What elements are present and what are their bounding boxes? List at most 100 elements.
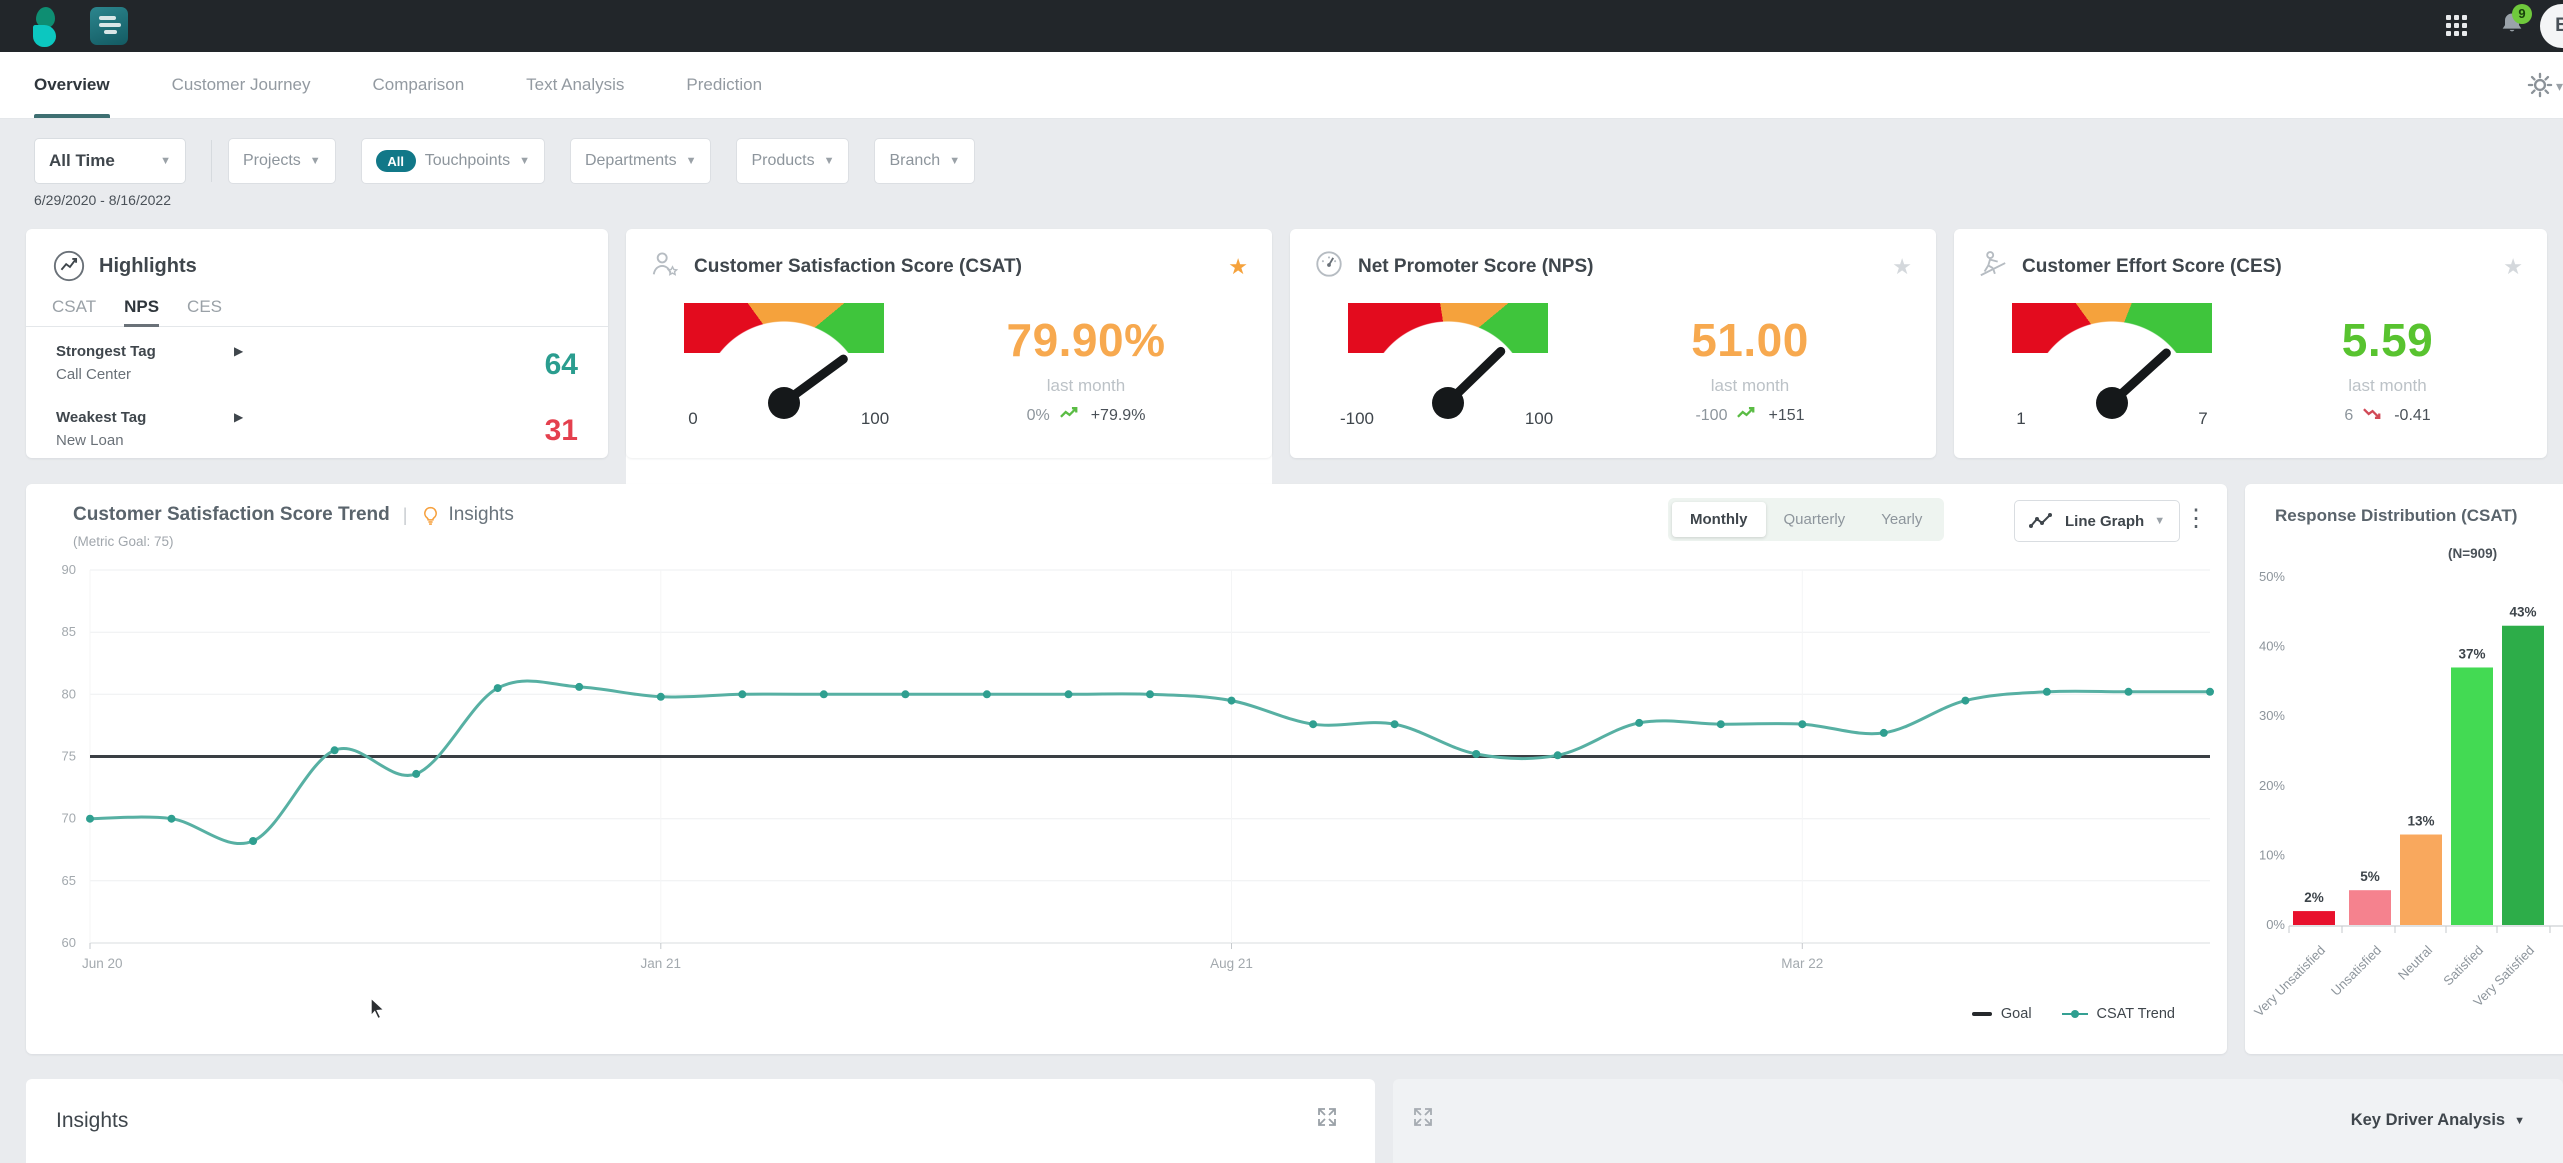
main-tabbar: Overview Customer Journey Comparison Text A… (0, 52, 2563, 119)
time-range-select[interactable]: All Time ▼ (34, 138, 186, 184)
csat-gauge: 0100 (684, 303, 884, 439)
gauge-min-label: 1 (2016, 409, 2025, 429)
card-csat: Customer Satisfaction Score (CSAT)★01007… (626, 229, 1272, 458)
goal-legend-marker (1972, 1012, 1992, 1016)
insights-panel-title: Insights (56, 1109, 128, 1133)
tab-overview[interactable]: Overview (34, 52, 110, 118)
svg-text:60: 60 (62, 935, 76, 950)
svg-text:65: 65 (62, 873, 76, 888)
chevron-right-icon[interactable]: ▶ (234, 410, 243, 424)
svg-text:Very Unsatisfied: Very Unsatisfied (2251, 943, 2328, 1020)
svg-text:37%: 37% (2458, 646, 2485, 661)
chevron-down-icon: ▼ (2514, 1115, 2525, 1127)
filter-projects[interactable]: Projects▼ (228, 138, 336, 184)
highlights-tab-csat[interactable]: CSAT (52, 297, 96, 326)
gauge-hub (2096, 387, 2128, 419)
favorite-star-icon[interactable]: ★ (1228, 256, 1248, 278)
key-driver-select[interactable]: Key Driver Analysis ▼ (2351, 1111, 2525, 1130)
gauge-min-label: 0 (688, 409, 697, 429)
legend-label: CSAT Trend (2097, 1006, 2175, 1022)
svg-text:Satisfied: Satisfied (2440, 943, 2486, 989)
date-range-label: 6/29/2020 - 8/16/2022 (34, 192, 171, 208)
user-avatar[interactable]: B (2540, 4, 2563, 48)
previous-value: 6 (2344, 407, 2353, 425)
svg-text:20%: 20% (2259, 778, 2285, 793)
app-logo-icon[interactable] (30, 5, 64, 47)
ces-card-header: Customer Effort Score (CES)★ (1954, 229, 2547, 284)
filter-products[interactable]: Products ▼ (736, 138, 849, 184)
csat-legend-marker (2062, 1013, 2088, 1016)
highlight-tag-name: New Loan (56, 432, 578, 449)
filter-label: Branch (889, 152, 940, 170)
svg-text:75: 75 (62, 749, 76, 764)
highlights-tab-nps[interactable]: NPS (124, 297, 159, 326)
filter-label: Departments (585, 152, 677, 170)
tab-customer-journey[interactable]: Customer Journey (172, 52, 311, 118)
svg-text:5%: 5% (2360, 869, 2380, 884)
person-star-icon (650, 249, 680, 284)
highlight-label: Strongest Tag (56, 343, 156, 360)
key-driver-expand-icon[interactable] (1411, 1105, 1435, 1129)
legend-goal: Goal (1972, 1006, 2032, 1022)
last-month-label: last month (2242, 376, 2533, 396)
svg-text:0%: 0% (2266, 917, 2285, 932)
insights-expand-icon[interactable] (1315, 1105, 1339, 1129)
settings-gear-icon[interactable] (2526, 71, 2554, 99)
svg-text:Unsatisfied: Unsatisfied (2328, 943, 2384, 999)
highlights-tab-ces[interactable]: CES (187, 297, 222, 326)
favorite-star-icon[interactable]: ★ (2503, 256, 2523, 278)
highlight-row-strongest-tag: Strongest Tag ▶ Call Center64 (56, 343, 578, 393)
delta-value: -0.41 (2394, 407, 2430, 425)
filter-touchpoints[interactable]: AllTouchpoints▼ (361, 138, 545, 184)
chevron-down-icon: ▼ (824, 155, 835, 167)
time-range-label: All Time (49, 151, 115, 171)
highlight-tag-name: Call Center (56, 366, 578, 383)
csat-trend-svg: 60657075808590Jun 20Jan 21Aug 21Mar 22 (26, 484, 2227, 1054)
chevron-right-icon[interactable]: ▶ (234, 344, 243, 358)
highlight-label: Weakest Tag (56, 409, 146, 426)
tabbar-overflow-icon[interactable]: ▾ (2556, 78, 2563, 95)
chevron-down-icon: ▼ (686, 155, 697, 167)
svg-text:70: 70 (62, 811, 76, 826)
svg-text:10%: 10% (2259, 847, 2285, 862)
chevron-down-icon: ▼ (949, 155, 960, 167)
tab-prediction[interactable]: Prediction (686, 52, 762, 118)
filter-branch[interactable]: Branch ▼ (874, 138, 975, 184)
csat-trend-panel: Customer Satisfaction Score Trend | Insi… (26, 484, 2227, 1054)
highlights-title: Highlights (99, 255, 197, 278)
chevron-down-icon: ▼ (519, 155, 530, 167)
favorite-star-icon[interactable]: ★ (1892, 256, 1912, 278)
svg-text:Jan 21: Jan 21 (641, 956, 682, 971)
csat-delta-row: 0%+79.9% (1027, 406, 1146, 425)
delta-value: +79.9% (1091, 407, 1146, 425)
filter-label: Products (751, 152, 814, 170)
csat-value-block: 79.90%last month0%+79.9% (914, 313, 1258, 425)
highlights-card: Highlights CSAT NPS CES Strongest Tag ▶ Call… (26, 229, 608, 458)
ces-delta-row: 6 -0.41 (2344, 406, 2430, 425)
tab-text-analysis[interactable]: Text Analysis (526, 52, 624, 118)
highlight-score: 64 (545, 348, 578, 382)
delta-value: +151 (1768, 407, 1804, 425)
apps-grid-icon[interactable] (2446, 15, 2467, 36)
response-distribution-panel: Response Distribution (CSAT) (N=909) 0%1… (2245, 484, 2563, 1054)
trend-down-icon (2362, 406, 2385, 425)
nps-value: 51.00 (1578, 313, 1922, 367)
highlight-row-weakest-tag: Weakest Tag ▶ New Loan31 (56, 409, 578, 459)
highlights-tabs: CSAT NPS CES (26, 283, 608, 327)
highlight-score: 31 (545, 414, 578, 448)
tab-comparison[interactable]: Comparison (373, 52, 465, 118)
feedback-module-icon[interactable] (90, 7, 128, 45)
nps-delta-row: -100+151 (1695, 406, 1804, 425)
avatar-initial: B (2555, 15, 2563, 37)
last-month-label: last month (914, 376, 1258, 396)
filter-departments[interactable]: Departments ▼ (570, 138, 711, 184)
trend-up-icon (1736, 406, 1759, 425)
legend-csat-trend: CSAT Trend (2062, 1006, 2175, 1022)
notifications-bell-icon[interactable]: 9 (2498, 10, 2532, 44)
gauge-max-label: 100 (1525, 409, 1553, 429)
effort-icon (1978, 249, 2008, 284)
nps-gauge: -100100 (1348, 303, 1548, 439)
csat-card-title: Customer Satisfaction Score (CSAT) (694, 256, 1214, 278)
active-tab-underline (34, 114, 110, 118)
key-driver-label: Key Driver Analysis (2351, 1111, 2505, 1130)
